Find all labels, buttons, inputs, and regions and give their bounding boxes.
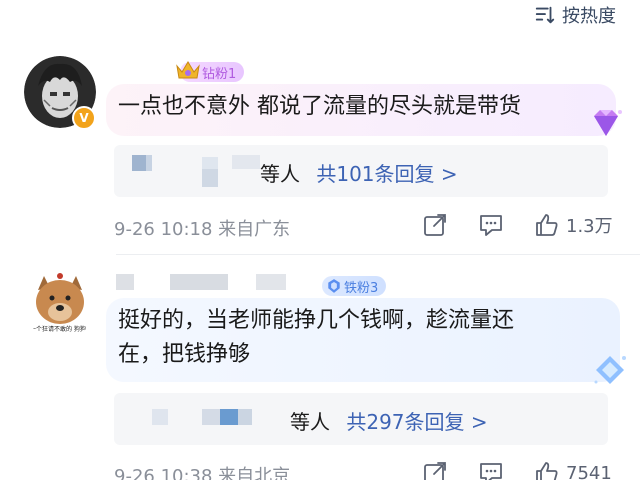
divider — [116, 254, 640, 255]
sort-by-hot-button[interactable]: 按热度 — [534, 2, 616, 28]
sort-label: 按热度 — [562, 6, 616, 27]
view-replies-link[interactable]: 共297条回复 > — [346, 410, 487, 434]
diamond-decoration-icon — [594, 356, 626, 384]
replies-preview[interactable]: 等人 共297条回复 > — [114, 393, 608, 445]
share-button[interactable] — [422, 460, 448, 480]
crown-icon — [176, 61, 200, 79]
fan-badge-label: 钻粉1 — [202, 66, 237, 82]
blurred-names — [132, 155, 272, 187]
share-button[interactable] — [422, 212, 448, 238]
like-count: 1.3万 — [566, 216, 613, 237]
fan-badge-label: 铁粉3 — [344, 280, 379, 296]
blurred-names — [152, 403, 292, 435]
comment-text-line2: 在，把钱挣够 — [118, 342, 251, 367]
replies-preview[interactable]: 等人 共101条回复 > — [114, 145, 608, 197]
comment-icon — [480, 215, 502, 236]
comment-list: 按热度 V 钻粉1 一点也不意外 都说了流量的尽头就是带货 等人 共101条回复… — [0, 0, 640, 480]
comment-icon — [480, 463, 502, 480]
comment-text: 挺好的，当老师能挣几个钱啊，趁流量还 — [118, 308, 515, 333]
reply-button[interactable] — [478, 460, 504, 480]
replies-prefix: 等人 — [260, 162, 300, 186]
like-button[interactable]: 7541 — [534, 460, 612, 480]
like-thumb-icon — [536, 214, 558, 236]
blurred-username — [116, 274, 312, 290]
comment-bubble[interactable]: 挺好的，当老师能挣几个钱啊，趁流量还 在，把钱挣够 — [106, 298, 620, 382]
like-count: 7541 — [566, 462, 612, 480]
fan-badge[interactable]: 钻粉1 — [176, 61, 245, 82]
share-icon — [424, 462, 446, 480]
reply-button[interactable] — [478, 212, 504, 238]
like-thumb-icon — [536, 462, 558, 480]
fan-badge[interactable]: 铁粉3 — [322, 276, 387, 296]
sort-hot-icon — [535, 6, 555, 24]
view-replies-link[interactable]: 共101条回复 > — [316, 162, 457, 186]
replies-prefix: 等人 — [290, 410, 330, 434]
verified-badge: V — [72, 106, 96, 130]
comment-meta: 9-26 10:38 来自北京 — [114, 466, 291, 480]
like-button[interactable]: 1.3万 — [534, 212, 613, 238]
share-icon — [424, 214, 446, 236]
comment-text: 一点也不意外 都说了流量的尽头就是带货 — [118, 94, 521, 119]
comment-meta: 9-26 10:18 来自广东 — [114, 219, 291, 240]
avatar[interactable]: 一个狂请不敢的 狗狗 — [24, 268, 96, 340]
comment-bubble[interactable]: 一点也不意外 都说了流量的尽头就是带货 — [106, 84, 616, 136]
avatar-caption: 一个狂请不敢的 狗狗 — [30, 326, 86, 333]
iron-fan-icon — [328, 279, 340, 293]
diamond-decoration-icon — [594, 110, 622, 136]
